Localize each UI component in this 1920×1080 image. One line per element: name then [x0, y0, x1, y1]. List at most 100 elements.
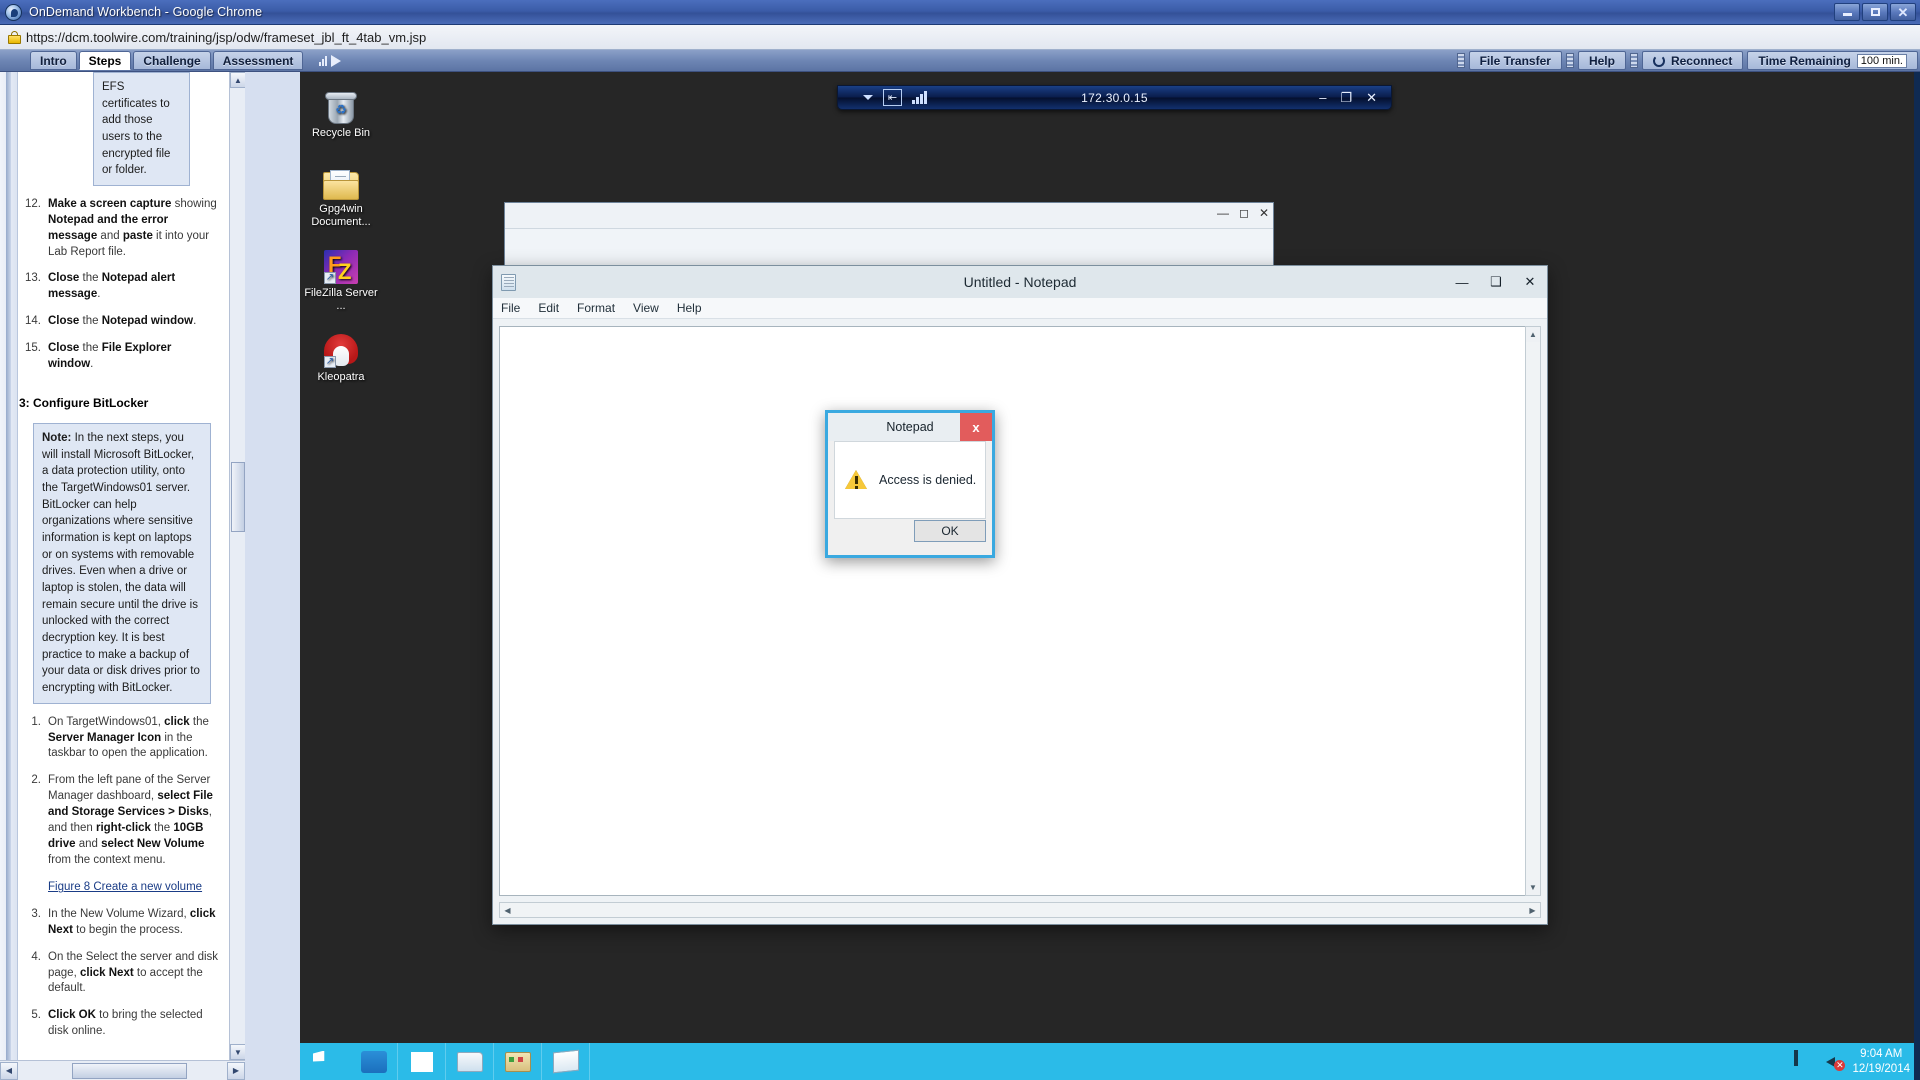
menu-view[interactable]: View	[633, 301, 659, 315]
play-icon[interactable]	[331, 54, 342, 67]
step-text: Close the File Explorer window.	[48, 342, 172, 370]
reconnect-button[interactable]: Reconnect	[1641, 51, 1744, 70]
desktop-icon-filezilla-server[interactable]: FZ ↗ FileZilla Server ...	[302, 242, 380, 312]
taskbar-item-notepad[interactable]	[542, 1043, 590, 1080]
toolbar-grip-right	[1629, 53, 1638, 68]
alert-ok-button[interactable]: OK	[914, 520, 986, 542]
steps-list-upper: 12. Make a screen capture showing Notepad…	[19, 197, 219, 373]
vm-minimize-button[interactable]: –	[1319, 91, 1326, 104]
alert-message: Access is denied.	[879, 473, 977, 487]
lab-content: EFS certificates to add those users to t…	[19, 72, 219, 1060]
windows-explorer-icon	[410, 1051, 433, 1072]
section-heading-bitlocker: 3: Configure BitLocker	[19, 395, 149, 410]
step-number: 15.	[25, 342, 41, 355]
figure-link-create-volume[interactable]: Figure 8 Create a new volume	[48, 880, 219, 896]
step-text: Close the Notepad alert message.	[48, 272, 176, 301]
browser-close-button[interactable]: ✕	[1890, 3, 1916, 21]
access-denied-dialog[interactable]: Notepad x Access is denied. OK	[825, 410, 995, 558]
step-text: On TargetWindows01, click the Server Man…	[48, 715, 209, 760]
vm-remote-desktop[interactable]: ⇤ 172.30.0.15 – ❐ ✕ ♻ Recycle Bin Gpg4wi…	[300, 72, 1920, 1080]
time-remaining-label: Time Remaining	[1758, 53, 1851, 68]
step-number: 5.	[31, 1009, 41, 1022]
step-item: 3. In the New Volume Wizard, click Next t…	[19, 907, 219, 939]
menu-format[interactable]: Format	[577, 301, 615, 315]
notepad-vertical-scrollbar[interactable]: ▲ ▼	[1525, 326, 1541, 896]
notepad-titlebar: Untitled - Notepad — ❑ ✕	[493, 266, 1547, 298]
server-manager-icon	[504, 1051, 531, 1072]
scroll-right-arrow[interactable]: ▶	[227, 1061, 245, 1080]
notepad-text-area[interactable]	[499, 326, 1541, 896]
scroll-up-arrow[interactable]: ▲	[230, 72, 245, 88]
shortcut-arrow-icon: ↗	[324, 356, 336, 368]
vm-close-button[interactable]: ✕	[1366, 91, 1377, 104]
volume-muted-icon[interactable]: ✕	[1826, 1054, 1846, 1071]
notepad-scroll-left-arrow[interactable]: ◀	[500, 903, 515, 917]
tab-intro[interactable]: Intro	[30, 51, 77, 70]
internet-explorer-icon	[360, 1050, 387, 1073]
network-warning-icon[interactable]	[1794, 1049, 1816, 1072]
alert-close-button[interactable]: x	[960, 413, 992, 441]
desktop-icon-recycle-bin[interactable]: ♻ Recycle Bin	[302, 82, 380, 140]
vertical-scroll-thumb[interactable]	[231, 462, 245, 532]
bg-maximize-button[interactable]: ◻	[1239, 206, 1249, 220]
bg-minimize-button[interactable]: —	[1217, 206, 1229, 220]
tab-steps[interactable]: Steps	[78, 51, 132, 70]
taskbar-item-ie[interactable]	[350, 1043, 398, 1080]
lab-pane-horizontal-scrollbar[interactable]: ◀ ▶	[0, 1060, 245, 1080]
vm-restore-button[interactable]: ❐	[1340, 91, 1352, 104]
folder-icon	[456, 1051, 483, 1072]
taskbar-clock[interactable]: 9:04 AM 12/19/2014	[1852, 1047, 1910, 1076]
notepad-close-button[interactable]: ✕	[1513, 266, 1547, 298]
start-button[interactable]	[300, 1043, 350, 1080]
menu-help[interactable]: Help	[677, 301, 702, 315]
notepad-window[interactable]: Untitled - Notepad — ❑ ✕ File Edit Forma…	[492, 265, 1548, 925]
notepad-scroll-right-arrow[interactable]: ▶	[1525, 903, 1540, 917]
step-item: 13. Close the Notepad alert message.	[19, 271, 219, 303]
step-text: Make a screen capture showing Notepad an…	[48, 198, 217, 258]
clock-time: 9:04 AM	[1860, 1048, 1903, 1061]
vm-connection-toolbar: ⇤ 172.30.0.15 – ❐ ✕	[837, 85, 1392, 110]
menu-edit[interactable]: Edit	[538, 301, 559, 315]
file-transfer-button[interactable]: File Transfer	[1468, 51, 1562, 70]
notepad-scroll-up-arrow[interactable]: ▲	[1526, 327, 1540, 342]
tab-assessment[interactable]: Assessment	[212, 51, 304, 70]
desktop-icon-gpg4win-documentation[interactable]: Gpg4win Document...	[302, 158, 380, 228]
step-item: 1. On TargetWindows01, click the Server M…	[19, 715, 219, 763]
background-window-controls: — ◻ ✕	[1217, 206, 1269, 220]
step-text: In the New Volume Wizard, click Next to …	[48, 907, 216, 936]
time-remaining-value: 100 min.	[1856, 53, 1907, 68]
speaker-icon	[319, 55, 328, 66]
notepad-maximize-button[interactable]: ❑	[1479, 266, 1513, 298]
reconnect-label: Reconnect	[1670, 53, 1733, 68]
browser-urlbar[interactable]: https://dcm.toolwire.com/training/jsp/od…	[0, 25, 1920, 50]
lab-tabbar: Intro Steps Challenge Assessment File Tr…	[0, 50, 1920, 72]
scroll-left-arrow[interactable]: ◀	[0, 1061, 18, 1080]
alert-footer: OK	[834, 513, 986, 549]
desktop-icon-kleopatra[interactable]: ↗ Kleopatra	[302, 326, 380, 384]
browser-maximize-button[interactable]	[1862, 3, 1888, 21]
notepad-minimize-button[interactable]: —	[1445, 266, 1479, 298]
taskbar-item-folder[interactable]	[446, 1043, 494, 1080]
step-text: On the Select the server and disk page, …	[48, 950, 219, 995]
taskbar-item-explorer[interactable]	[398, 1043, 446, 1080]
clock-date: 12/19/2014	[1852, 1062, 1910, 1075]
browser-minimize-button[interactable]	[1834, 3, 1860, 21]
alert-body: Access is denied.	[834, 441, 986, 519]
scroll-down-arrow[interactable]: ▼	[230, 1044, 245, 1060]
step-item: 14. Close the Notepad window.	[19, 314, 219, 330]
desktop-icon-label: FileZilla Server ...	[304, 287, 378, 312]
menu-file[interactable]: File	[501, 301, 520, 315]
notepad-horizontal-scrollbar[interactable]: ◀ ▶	[499, 902, 1541, 918]
horizontal-scroll-thumb[interactable]	[72, 1062, 187, 1079]
help-button[interactable]: Help	[1577, 51, 1626, 70]
vm-ip-address: 172.30.0.15	[1081, 90, 1148, 105]
taskbar-item-server-manager[interactable]	[494, 1043, 542, 1080]
lab-pane-vertical-scrollbar[interactable]: ▲ ▼	[229, 72, 245, 1060]
audio-play-control[interactable]	[319, 50, 342, 71]
browser-title: OnDemand Workbench - Google Chrome	[29, 5, 263, 19]
tab-challenge[interactable]: Challenge	[133, 51, 211, 70]
notepad-scroll-down-arrow[interactable]: ▼	[1526, 880, 1540, 895]
background-window-titlebar	[505, 203, 1273, 229]
step-text: Click OK to bring the selected disk onli…	[48, 1009, 203, 1038]
bg-close-button[interactable]: ✕	[1259, 206, 1269, 220]
